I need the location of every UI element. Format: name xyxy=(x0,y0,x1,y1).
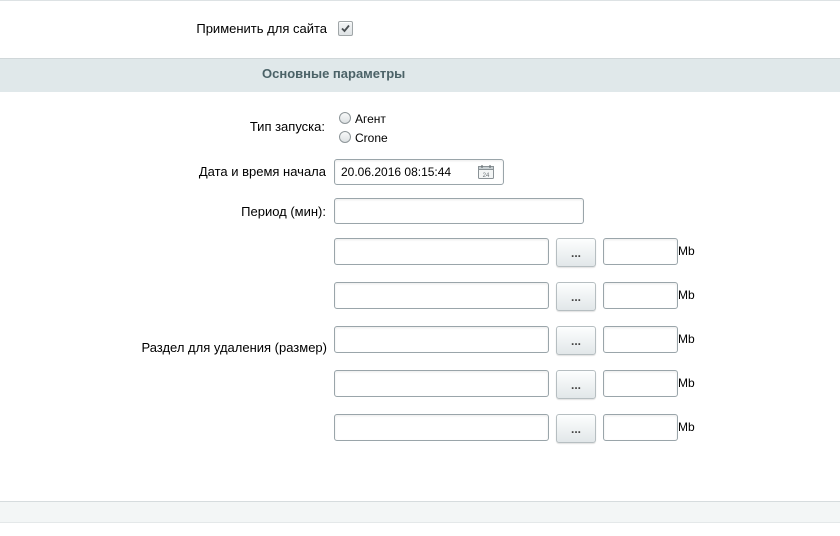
delete-path-input-4[interactable] xyxy=(334,370,549,397)
size-unit-2: Mb xyxy=(678,288,695,302)
radio-agent-label[interactable]: Агент xyxy=(355,112,386,126)
size-input-5[interactable] xyxy=(603,414,678,441)
footer-divider-bottom xyxy=(0,522,840,523)
size-input-2[interactable] xyxy=(603,282,678,309)
size-unit-3: Mb xyxy=(678,332,695,346)
checkmark-icon xyxy=(341,24,350,33)
start-datetime-label: Дата и время начала xyxy=(198,164,326,179)
apply-for-site-label: Применить для сайта xyxy=(196,21,327,36)
svg-text:24: 24 xyxy=(483,173,490,179)
browse-button-4[interactable]: ... xyxy=(556,370,596,399)
radio-crone[interactable] xyxy=(339,131,351,143)
size-input-1[interactable] xyxy=(603,238,678,265)
period-label: Период (мин): xyxy=(241,204,326,219)
calendar-icon[interactable]: 24 xyxy=(478,165,494,179)
size-input-4[interactable] xyxy=(603,370,678,397)
delete-section-label: Раздел для удаления (размер) xyxy=(141,340,327,355)
radio-crone-label[interactable]: Crone xyxy=(355,131,388,145)
browse-button-2[interactable]: ... xyxy=(556,282,596,311)
section-header-bar xyxy=(0,58,840,92)
delete-path-input-3[interactable] xyxy=(334,326,549,353)
browse-button-1[interactable]: ... xyxy=(556,238,596,267)
top-divider xyxy=(0,0,840,1)
size-unit-4: Mb xyxy=(678,376,695,390)
apply-for-site-checkbox[interactable] xyxy=(338,21,353,36)
section-title: Основные параметры xyxy=(262,66,406,81)
size-input-3[interactable] xyxy=(603,326,678,353)
footer-bar xyxy=(0,502,840,522)
period-input[interactable] xyxy=(334,198,584,224)
browse-button-3[interactable]: ... xyxy=(556,326,596,355)
delete-path-input-5[interactable] xyxy=(334,414,549,441)
delete-path-input-2[interactable] xyxy=(334,282,549,309)
size-unit-1: Mb xyxy=(678,244,695,258)
delete-path-input-1[interactable] xyxy=(334,238,549,265)
launch-type-label: Тип запуска: xyxy=(249,119,325,134)
radio-agent[interactable] xyxy=(339,112,351,124)
size-unit-5: Mb xyxy=(678,420,695,434)
browse-button-5[interactable]: ... xyxy=(556,414,596,443)
